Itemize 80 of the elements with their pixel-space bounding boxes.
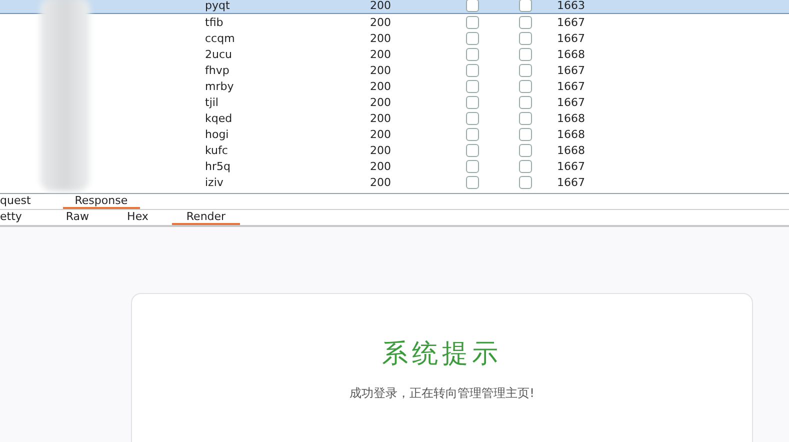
table-row[interactable]: 2ucu 200 1668 bbox=[0, 46, 789, 62]
checkbox[interactable] bbox=[466, 144, 479, 156]
table-cell-text: 200 bbox=[370, 48, 392, 60]
tab[interactable]: Response bbox=[62, 194, 140, 209]
checkbox[interactable] bbox=[466, 96, 479, 108]
checkbox[interactable] bbox=[519, 0, 532, 12]
table-cell: 1668 bbox=[557, 112, 585, 124]
table-cell-text: iziv bbox=[205, 176, 224, 188]
table-cell-text: 200 bbox=[370, 80, 392, 92]
table-cell: 1668 bbox=[557, 48, 585, 60]
table-cell-text: hr5q bbox=[205, 160, 232, 172]
checkbox[interactable] bbox=[466, 16, 479, 28]
checkbox[interactable] bbox=[519, 96, 532, 108]
table-row[interactable]: mrby 200 1667 bbox=[0, 78, 789, 94]
checkbox[interactable] bbox=[519, 48, 532, 60]
table-cell: 1668 bbox=[557, 128, 585, 140]
table-cell-text: hogi bbox=[205, 128, 230, 140]
table-cell-text: kufc bbox=[205, 144, 229, 156]
table-cell: 1663 bbox=[557, 0, 585, 12]
checkbox[interactable] bbox=[519, 16, 532, 28]
checkbox[interactable] bbox=[466, 176, 479, 188]
table-cell-text: tfib bbox=[205, 16, 224, 28]
table-row[interactable]: tjil 200 1667 bbox=[0, 94, 789, 110]
table-cell: 1667 bbox=[557, 160, 585, 172]
checkbox[interactable] bbox=[466, 160, 479, 172]
checkbox[interactable] bbox=[466, 0, 479, 12]
checkbox[interactable] bbox=[519, 80, 532, 92]
checkbox[interactable] bbox=[466, 48, 479, 60]
table-cell: 1667 bbox=[557, 80, 585, 92]
table-cell: 1667 bbox=[557, 32, 585, 44]
table-cell-text: fhvp bbox=[205, 64, 230, 76]
checkbox[interactable] bbox=[466, 80, 479, 92]
table-row[interactable]: hr5q 200 1667 bbox=[0, 158, 789, 174]
tab[interactable]: etty bbox=[0, 210, 36, 225]
table-cell-text: 200 bbox=[370, 16, 392, 28]
table-row[interactable]: ccqm 200 1667 bbox=[0, 30, 789, 46]
message-text: 成功登录，正在转向管理管理主页! bbox=[350, 385, 534, 402]
table-cell: 1667 bbox=[557, 16, 585, 28]
table-cell: 1667 bbox=[557, 176, 585, 188]
checkbox[interactable] bbox=[466, 32, 479, 44]
table-cell-text: 200 bbox=[370, 96, 392, 108]
table-cell-text: 200 bbox=[370, 160, 392, 172]
checkbox[interactable] bbox=[519, 144, 532, 156]
table-cell-text: 200 bbox=[370, 64, 392, 76]
table-row[interactable]: kqed 200 1668 bbox=[0, 110, 789, 126]
tab[interactable]: Render bbox=[172, 210, 240, 225]
checkbox[interactable] bbox=[519, 112, 532, 124]
checkbox[interactable] bbox=[466, 64, 479, 76]
table-cell: 1668 bbox=[557, 144, 585, 156]
checkbox[interactable] bbox=[519, 64, 532, 76]
table-cell-text: 200 bbox=[370, 176, 392, 188]
table-cell-text: 200 bbox=[370, 32, 392, 44]
table-row[interactable]: hogi 200 1668 bbox=[0, 126, 789, 142]
tab[interactable]: quest bbox=[0, 194, 43, 209]
checkbox[interactable] bbox=[519, 160, 532, 172]
checkbox[interactable] bbox=[466, 112, 479, 124]
message-title: 系统提示 bbox=[382, 338, 502, 371]
tab[interactable]: Raw bbox=[52, 210, 104, 225]
table-row[interactable]: pyqt 200 1663 bbox=[0, 0, 789, 14]
tab[interactable]: Hex bbox=[113, 210, 162, 225]
checkbox[interactable] bbox=[519, 128, 532, 140]
table-cell: 1667 bbox=[557, 96, 585, 108]
table-row[interactable]: fhvp 200 1667 bbox=[0, 62, 789, 78]
table-row[interactable]: iziv 200 1667 bbox=[0, 174, 789, 190]
table-cell-text: 200 bbox=[370, 0, 392, 12]
table-row[interactable]: kufc 200 1668 bbox=[0, 142, 789, 158]
table-cell-text: tjil bbox=[205, 96, 220, 108]
table-row[interactable]: tfib 200 1667 bbox=[0, 14, 789, 30]
checkbox[interactable] bbox=[466, 128, 479, 140]
table-cell-text: kqed bbox=[205, 112, 234, 124]
table-cell-text: pyqt bbox=[205, 0, 231, 12]
table-cell: 1667 bbox=[557, 64, 585, 76]
table-cell-text: 200 bbox=[370, 144, 392, 156]
checkbox[interactable] bbox=[519, 176, 532, 188]
table-cell-text: ccqm bbox=[205, 32, 236, 44]
table-cell-text: 200 bbox=[370, 112, 392, 124]
table-cell-text: mrby bbox=[205, 80, 235, 92]
table-cell-text: 2ucu bbox=[205, 48, 233, 60]
checkbox[interactable] bbox=[519, 32, 532, 44]
table-cell-text: 200 bbox=[370, 128, 392, 140]
